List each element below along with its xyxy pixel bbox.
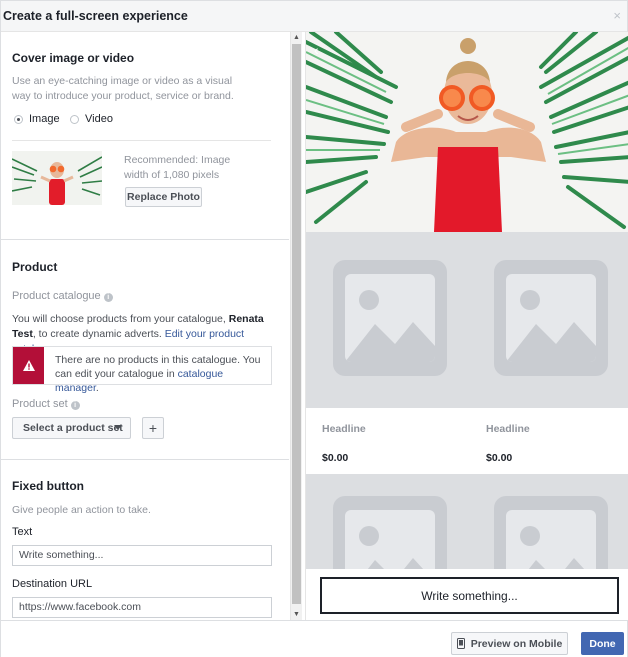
divider <box>12 140 271 141</box>
product-headline: Headline <box>322 423 366 435</box>
mobile-preview[interactable]: ‹ Headline Headline $0.00 $0.00 Write so… <box>305 32 628 620</box>
product-set-label: Product set i <box>12 398 80 410</box>
info-icon[interactable]: i <box>70 401 80 410</box>
mobile-phone-icon <box>456 638 465 649</box>
image-option-label[interactable]: Image <box>29 113 60 125</box>
dialog-title: Create a full-screen experience <box>3 9 188 23</box>
destination-url-input[interactable]: https://www.facebook.com <box>12 597 272 618</box>
no-products-warning: There are no products in this catalogue.… <box>12 346 272 394</box>
image-recommendation: Recommended: Image width of 1,080 pixels <box>124 154 231 181</box>
product-headline: Headline <box>486 423 530 435</box>
fixed-button-title: Fixed button <box>12 479 84 493</box>
add-product-set-button[interactable]: + <box>142 417 164 439</box>
replace-photo-button[interactable]: Replace Photo <box>125 187 202 207</box>
image-placeholder-icon <box>345 274 435 362</box>
product-set-select-label: Select a product set <box>23 422 123 434</box>
video-radio[interactable] <box>70 115 79 124</box>
left-panel-scrollbar[interactable]: ▲ ▼ <box>290 32 302 620</box>
cover-image-preview <box>306 32 628 232</box>
cover-title: Cover image or video <box>12 51 135 65</box>
settings-panel[interactable]: Cover image or video Use an eye-catching… <box>1 32 289 620</box>
warning-message: There are no products in this catalogue.… <box>55 353 267 395</box>
text-label: Text <box>12 526 33 538</box>
product-price: $0.00 <box>486 452 513 464</box>
full-screen-experience-dialog: Create a full-screen experience × Cover … <box>0 0 628 657</box>
product-title: Product <box>12 260 58 274</box>
back-chevron-icon[interactable]: ‹ <box>314 42 319 58</box>
destination-url-label: Destination URL <box>12 578 93 590</box>
button-text-input[interactable]: Write something... <box>12 545 272 566</box>
product-catalogue-label: Product catalogue i <box>12 290 113 302</box>
product-info-row: Headline Headline $0.00 $0.00 <box>306 408 628 474</box>
dialog-titlebar: Create a full-screen experience × <box>1 1 627 32</box>
image-radio[interactable] <box>14 115 23 124</box>
product-catalogue-label-text: Product catalogue <box>12 290 101 302</box>
scroll-down-icon[interactable]: ▼ <box>293 611 300 618</box>
dialog-footer: Preview on Mobile Done <box>1 620 627 657</box>
cover-section: Cover image or video Use an eye-catching… <box>1 32 289 240</box>
product-set-select[interactable]: Select a product set <box>12 417 131 439</box>
product-placeholder-image[interactable] <box>494 260 608 376</box>
cover-description: Use an eye-catching image or video as a … <box>12 75 234 102</box>
catalogue-text-pre: You will choose products from your catal… <box>12 313 226 325</box>
fixed-button-preview: Write something... <box>306 569 628 620</box>
done-button[interactable]: Done <box>581 632 624 655</box>
warning-text: There are no products in this catalogue.… <box>55 354 261 380</box>
cta-button[interactable]: Write something... <box>320 577 619 614</box>
product-placeholder-image[interactable] <box>333 260 447 376</box>
chevron-down-icon <box>114 425 122 430</box>
catalogue-text-post: , to create dynamic adverts. <box>32 328 162 340</box>
product-price: $0.00 <box>322 452 349 464</box>
cover-thumbnail <box>12 151 102 205</box>
product-grid-bottom <box>306 474 628 612</box>
scrollbar-thumb[interactable] <box>292 44 301 604</box>
product-set-label-text: Product set <box>12 398 68 410</box>
scroll-up-icon[interactable]: ▲ <box>293 34 300 41</box>
warning-icon <box>13 347 44 384</box>
preview-on-mobile-label: Preview on Mobile <box>470 637 563 650</box>
warning-suffix: . <box>95 382 99 394</box>
info-icon[interactable]: i <box>103 293 113 302</box>
fixed-button-description: Give people an action to take. <box>12 504 151 516</box>
close-icon[interactable]: × <box>613 8 621 23</box>
video-option-label[interactable]: Video <box>85 113 113 125</box>
product-grid-top <box>306 232 628 408</box>
preview-on-mobile-button[interactable]: Preview on Mobile <box>451 632 568 655</box>
image-placeholder-icon <box>506 274 596 362</box>
